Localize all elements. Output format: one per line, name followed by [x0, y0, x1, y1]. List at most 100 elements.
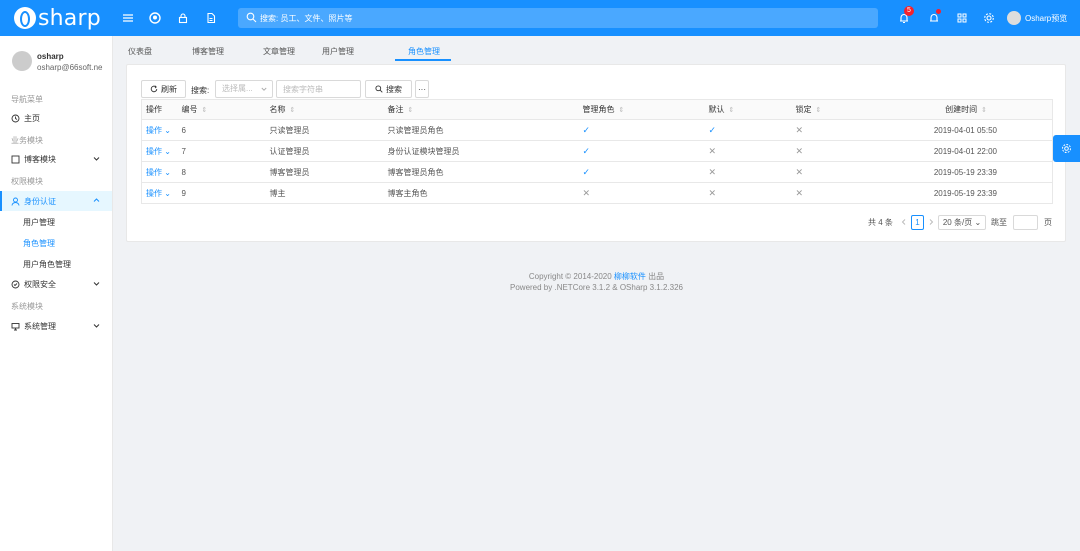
row-action-dropdown[interactable]: 操作 ⌄: [141, 119, 178, 141]
github-icon[interactable]: [149, 12, 161, 24]
refresh-button[interactable]: 刷新: [141, 80, 186, 98]
sidebar-subitem-role-manage[interactable]: 角色管理: [0, 233, 112, 253]
cell-default: ✓: [704, 119, 792, 141]
top-header: sharp 5 Osharp预览: [0, 0, 1080, 36]
cell-name: 只读管理员: [265, 119, 384, 141]
app-logo[interactable]: sharp: [14, 6, 101, 31]
cross-icon: ✕: [708, 187, 717, 198]
user-avatar[interactable]: [1007, 11, 1021, 25]
lock-icon[interactable]: [177, 12, 189, 24]
page-unit-label: 页: [1044, 218, 1052, 227]
copyright-company-link[interactable]: 柳柳软件: [614, 272, 646, 281]
select-placeholder: 选择属...: [222, 84, 253, 93]
column-header-default[interactable]: 默认 ⇕: [704, 99, 792, 120]
row-action-dropdown[interactable]: 操作 ⌄: [141, 161, 178, 183]
row-action-dropdown[interactable]: 操作 ⌄: [141, 182, 178, 204]
jump-label: 跳至: [991, 218, 1007, 227]
cell-remark: 只读管理员角色: [383, 119, 579, 141]
cell-created: 2019-04-01 05:50: [878, 119, 1053, 141]
sort-icon: ⇕: [981, 107, 987, 114]
global-search[interactable]: [238, 8, 878, 28]
sidebar-item-security[interactable]: 权限安全: [0, 274, 112, 294]
column-header-id[interactable]: 编号 ⇕: [177, 99, 266, 120]
gear-icon: [1062, 144, 1071, 153]
tab-role-manage[interactable]: 角色管理: [408, 46, 440, 57]
table-row: 操作 ⌄ 6 只读管理员 只读管理员角色 ✓ ✓ ✕ 2019-04-01 05…: [141, 119, 1053, 141]
nav-group-system: 系统模块: [11, 302, 43, 311]
theme-settings-button[interactable]: [1053, 135, 1080, 162]
row-action-dropdown[interactable]: 操作 ⌄: [141, 140, 178, 162]
sidebar-subitem-user-role-manage[interactable]: 用户角色管理: [0, 254, 112, 274]
jump-page-input[interactable]: [1013, 215, 1038, 230]
cell-default: ✕: [704, 140, 792, 162]
sidebar-item-blog-module[interactable]: 博客模块: [0, 149, 112, 169]
desktop-icon: [11, 322, 20, 331]
cell-admin-role: ✓: [578, 119, 705, 141]
user-icon: [11, 197, 20, 206]
sort-icon: ⇕: [201, 107, 208, 114]
sidebar-item-home[interactable]: 主页: [0, 108, 112, 128]
settings-gear-icon[interactable]: [983, 12, 995, 24]
search-label: 搜索:: [191, 86, 210, 95]
table-header-row: 操作 编号 ⇕ 名称 ⇕ 备注 ⇕ 管理角色 ⇕ 默认 ⇕ 锁定 ⇕ 创建时间 ⇕: [141, 99, 1053, 120]
column-header-created[interactable]: 创建时间 ⇕: [878, 99, 1053, 120]
sort-icon: ⇕: [289, 107, 296, 114]
search-icon: [375, 85, 383, 93]
tab-blog-manage[interactable]: 博客管理: [192, 46, 224, 57]
user-menu-label[interactable]: Osharp预览: [1025, 13, 1067, 24]
profile-avatar: [12, 51, 32, 71]
logo-mark-icon: [14, 7, 36, 29]
search-icon: [246, 12, 257, 23]
cell-default: ✕: [704, 161, 792, 183]
sidebar-item-system-manage[interactable]: 系统管理: [0, 316, 112, 336]
apps-grid-icon[interactable]: [956, 12, 968, 24]
cell-remark: 博客主角色: [383, 182, 579, 204]
cell-id: 8: [177, 161, 266, 183]
footer-powered-by: Powered by .NETCore 3.1.2 & OSharp 3.1.2…: [510, 283, 683, 292]
sort-icon: ⇕: [815, 107, 822, 114]
search-keyword-input[interactable]: [276, 80, 361, 98]
check-icon: ✓: [582, 124, 591, 135]
notification-badge: 5: [904, 6, 914, 16]
cell-locked: ✕: [791, 182, 879, 204]
cell-id: 7: [177, 140, 266, 162]
cell-admin-role: ✓: [578, 161, 705, 183]
search-field-select[interactable]: 选择属...: [215, 80, 273, 98]
role-list-panel: 刷新 搜索: 选择属... 搜索 ··· 操作 编号⇕ 名称⇕ 备注⇕ 管理角色…: [126, 64, 1066, 242]
cell-locked: ✕: [791, 119, 879, 141]
nav-group-permission: 权限模块: [11, 177, 43, 186]
more-button[interactable]: ···: [415, 80, 429, 98]
check-icon: ✓: [582, 166, 591, 177]
page-button-current[interactable]: 1: [911, 215, 924, 230]
cross-icon: ✕: [795, 145, 804, 156]
home-icon: [11, 114, 20, 123]
page-size-select[interactable]: 20 条/页 ⌄: [938, 215, 986, 230]
cell-default: ✕: [704, 182, 792, 204]
cell-remark: 身份认证模块管理员: [383, 140, 579, 162]
prev-page-icon[interactable]: [900, 218, 908, 226]
column-header-name[interactable]: 名称 ⇕: [265, 99, 384, 120]
cross-icon: ✕: [795, 124, 804, 135]
column-header-remark[interactable]: 备注 ⇕: [383, 99, 579, 120]
sidebar-item-identity[interactable]: 身份认证: [0, 191, 112, 211]
global-search-input[interactable]: [260, 10, 860, 26]
cell-id: 6: [177, 119, 266, 141]
tab-article-manage[interactable]: 文章管理: [263, 46, 295, 57]
pagination-total: 共 4 条: [868, 218, 893, 227]
menu-toggle-icon[interactable]: [122, 12, 134, 24]
cell-locked: ✕: [791, 161, 879, 183]
search-button[interactable]: 搜索: [365, 80, 412, 98]
search-button-label: 搜索: [386, 84, 402, 94]
tab-user-manage[interactable]: 用户管理: [322, 46, 354, 57]
chevron-down-icon: ⌄: [162, 167, 171, 177]
sidebar-item-label: 身份认证: [24, 196, 56, 206]
document-icon[interactable]: [205, 12, 217, 24]
cell-created: 2019-04-01 22:00: [878, 140, 1053, 162]
column-header-admin-role[interactable]: 管理角色 ⇕: [578, 99, 705, 120]
sidebar: osharp osharp@66soft.ne 导航菜单 主页 业务模块 博客模…: [0, 36, 113, 551]
tab-dashboard[interactable]: 仪表盘: [128, 46, 152, 57]
cell-name: 认证管理员: [265, 140, 384, 162]
sidebar-subitem-user-manage[interactable]: 用户管理: [0, 212, 112, 232]
next-page-icon[interactable]: [927, 218, 935, 226]
column-header-locked[interactable]: 锁定 ⇕: [791, 99, 879, 120]
